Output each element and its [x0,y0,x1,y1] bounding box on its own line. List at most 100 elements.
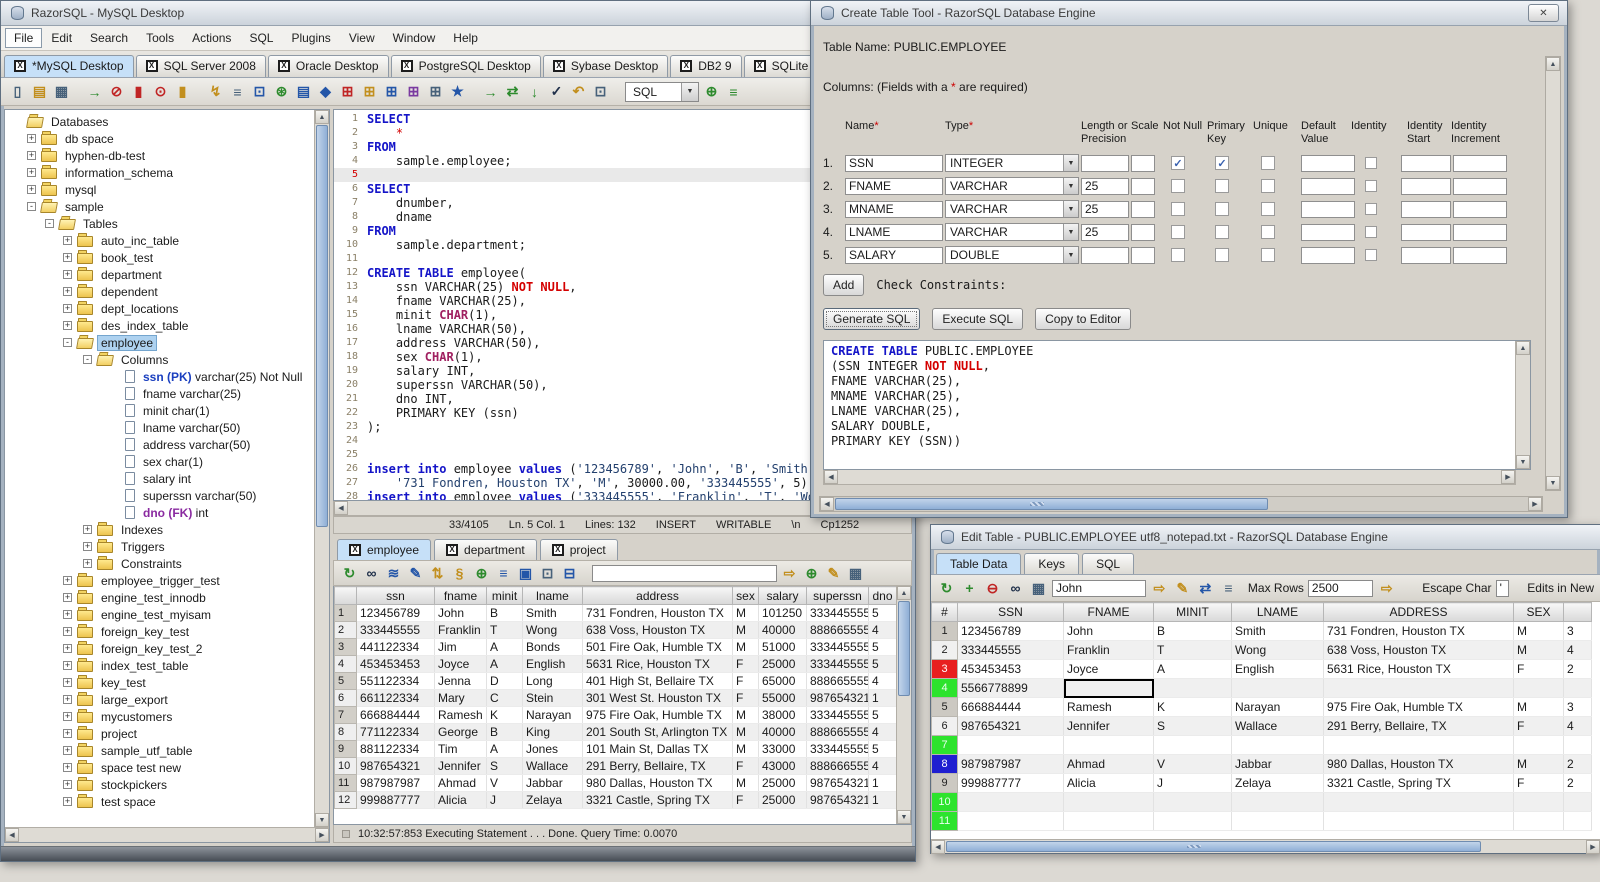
tree-expander-icon[interactable]: + [63,270,72,279]
tree-item[interactable]: - employee [5,334,314,351]
column-header[interactable] [334,586,357,605]
cell-superssn[interactable]: 333445555 [806,655,869,673]
table-row[interactable]: 1 123456789 John B Smith 731 Fondren, Ho… [931,621,1592,641]
cell-ssn[interactable]: 881122334 [356,740,435,758]
row-number[interactable]: 2 [334,621,357,639]
length-field[interactable] [1081,154,1129,172]
cell-lname[interactable]: King [522,723,583,741]
go-icon[interactable]: ⇨ [1150,579,1169,598]
cell-salary[interactable]: 55000 [758,689,807,707]
column-header[interactable] [1563,602,1592,622]
cell-superssn[interactable]: 888665555 [806,672,869,690]
tree-item[interactable]: + db space [5,130,314,147]
row-number[interactable]: 7 [931,735,958,755]
tree-item[interactable]: + des_index_table [5,317,314,334]
new-file-icon[interactable]: ▯ [8,82,27,101]
dialog-titlebar[interactable]: Create Table Tool - RazorSQL Database En… [811,1,1567,26]
save-icon[interactable]: ▦ [52,82,71,101]
cell-lname[interactable] [1231,792,1324,812]
table-row[interactable]: 10 987654321 Jennifer S Wallace 291 Berr… [334,757,897,775]
cell-dno[interactable]: 4 [868,723,897,741]
scroll-up-icon[interactable]: ▲ [315,110,329,124]
open-file-icon[interactable]: ▤ [30,82,49,101]
cell-minit[interactable]: T [1153,640,1232,660]
length-field[interactable]: 25 [1081,177,1129,195]
close-icon[interactable]: X [400,60,413,72]
tree-expander-icon[interactable]: + [27,185,36,194]
table-row[interactable]: 11 987987987 Ahmad V Jabbar 980 Dallas, … [334,774,897,792]
cell-ssn[interactable] [957,735,1064,755]
identity-checkbox[interactable] [1365,180,1377,192]
unique-checkbox[interactable] [1261,156,1275,170]
cell-address[interactable]: 638 Voss, Houston TX [1323,640,1514,660]
cell-address[interactable]: 291 Berry, Bellaire, TX [582,757,733,775]
close-icon[interactable]: X [552,60,565,72]
cell-lname[interactable]: Zelaya [522,791,583,809]
scroll-right-icon[interactable]: ▶ [1586,840,1600,854]
cell-ssn[interactable]: 987654321 [356,757,435,775]
tree-item[interactable]: salary int [5,470,314,487]
undo-icon[interactable]: ↶ [569,82,588,101]
tree-item[interactable]: + Constraints [5,555,314,572]
cell-superssn[interactable]: 888665555 [806,723,869,741]
tree-expander-icon[interactable]: - [63,338,72,347]
scroll-right-icon[interactable]: ▶ [315,828,329,842]
cell-minit[interactable] [1153,811,1232,831]
cell-address[interactable]: 291 Berry, Bellaire, TX [1323,716,1514,736]
tree-item[interactable]: - Tables [5,215,314,232]
menu-item[interactable]: Help [444,28,487,48]
tree-item[interactable]: + test space [5,793,314,810]
table-key-icon[interactable]: ⊞ [426,82,445,101]
abort-icon[interactable]: ▮ [129,82,148,101]
cell-dno[interactable]: 5 [868,706,897,724]
row-number[interactable]: 5 [931,697,958,717]
cell-ssn[interactable] [957,792,1064,812]
cell-salary[interactable]: 101250 [758,604,807,622]
column-header[interactable]: SEX [1513,602,1564,622]
cell-address[interactable]: 980 Dallas, Houston TX [582,774,733,792]
cell-superssn[interactable]: 333445555 [806,604,869,622]
tree-item[interactable]: + mycustomers [5,708,314,725]
cell-dno[interactable]: 1 [868,689,897,707]
column-header[interactable]: FNAME [1063,602,1154,622]
length-field[interactable]: 25 [1081,223,1129,241]
scroll-down-icon[interactable]: ▼ [315,813,329,827]
table-row[interactable]: 6 661122334 Mary C Stein 301 West St. Ho… [334,689,897,707]
tree-item[interactable]: + employee_trigger_test [5,572,314,589]
add-row-icon[interactable]: + [960,579,979,598]
execute-sql-button[interactable]: Execute SQL [932,308,1024,330]
generate-sql-button[interactable]: Generate SQL [823,308,921,330]
tree-item[interactable]: + index_test_table [5,657,314,674]
filter-icon[interactable]: ≋ [384,564,403,583]
row-number[interactable]: 9 [931,773,958,793]
view-doc-icon[interactable]: ⊡ [250,82,269,101]
cell-salary[interactable] [1563,735,1592,755]
column-type-select[interactable]: INTEGER ▼ [945,154,1079,172]
result-tab[interactable]: X department [434,539,537,560]
key-icon[interactable]: § [450,564,469,583]
row-number[interactable]: 10 [931,792,958,812]
cell-superssn[interactable]: 987654321 [806,791,869,809]
cell-salary[interactable]: 40000 [758,723,807,741]
column-type-select[interactable]: VARCHAR ▼ [945,177,1079,195]
cell-address[interactable] [1323,792,1514,812]
dialog-horizontal-scrollbar[interactable]: ◀ ▶ [819,496,1543,512]
column-name-field[interactable]: MNAME [845,200,943,218]
cell-address[interactable]: 980 Dallas, Houston TX [1323,754,1514,774]
fetch-icon[interactable]: ↓ [525,82,544,101]
find-input[interactable]: John [1052,579,1146,597]
scale-field[interactable] [1131,154,1155,172]
close-icon[interactable]: X [753,60,766,72]
cell-address[interactable]: 5631 Rice, Houston TX [582,655,733,673]
cell-ssn[interactable]: 771122334 [356,723,435,741]
escape-char-input[interactable]: ' [1495,579,1510,597]
tree-item[interactable]: + dept_locations [5,300,314,317]
cell-minit[interactable] [1153,792,1232,812]
cell-lname[interactable]: Narayan [522,706,583,724]
identity-start-field[interactable] [1401,223,1451,241]
cell-minit[interactable] [1153,678,1232,698]
table-row[interactable]: 2 333445555 Franklin T Wong 638 Voss, Ho… [931,640,1592,660]
cell-lname[interactable] [1231,811,1324,831]
menu-item[interactable]: SQL [240,28,282,48]
table-row[interactable]: 12 999887777 Alicia J Zelaya 3321 Castle… [334,791,897,809]
